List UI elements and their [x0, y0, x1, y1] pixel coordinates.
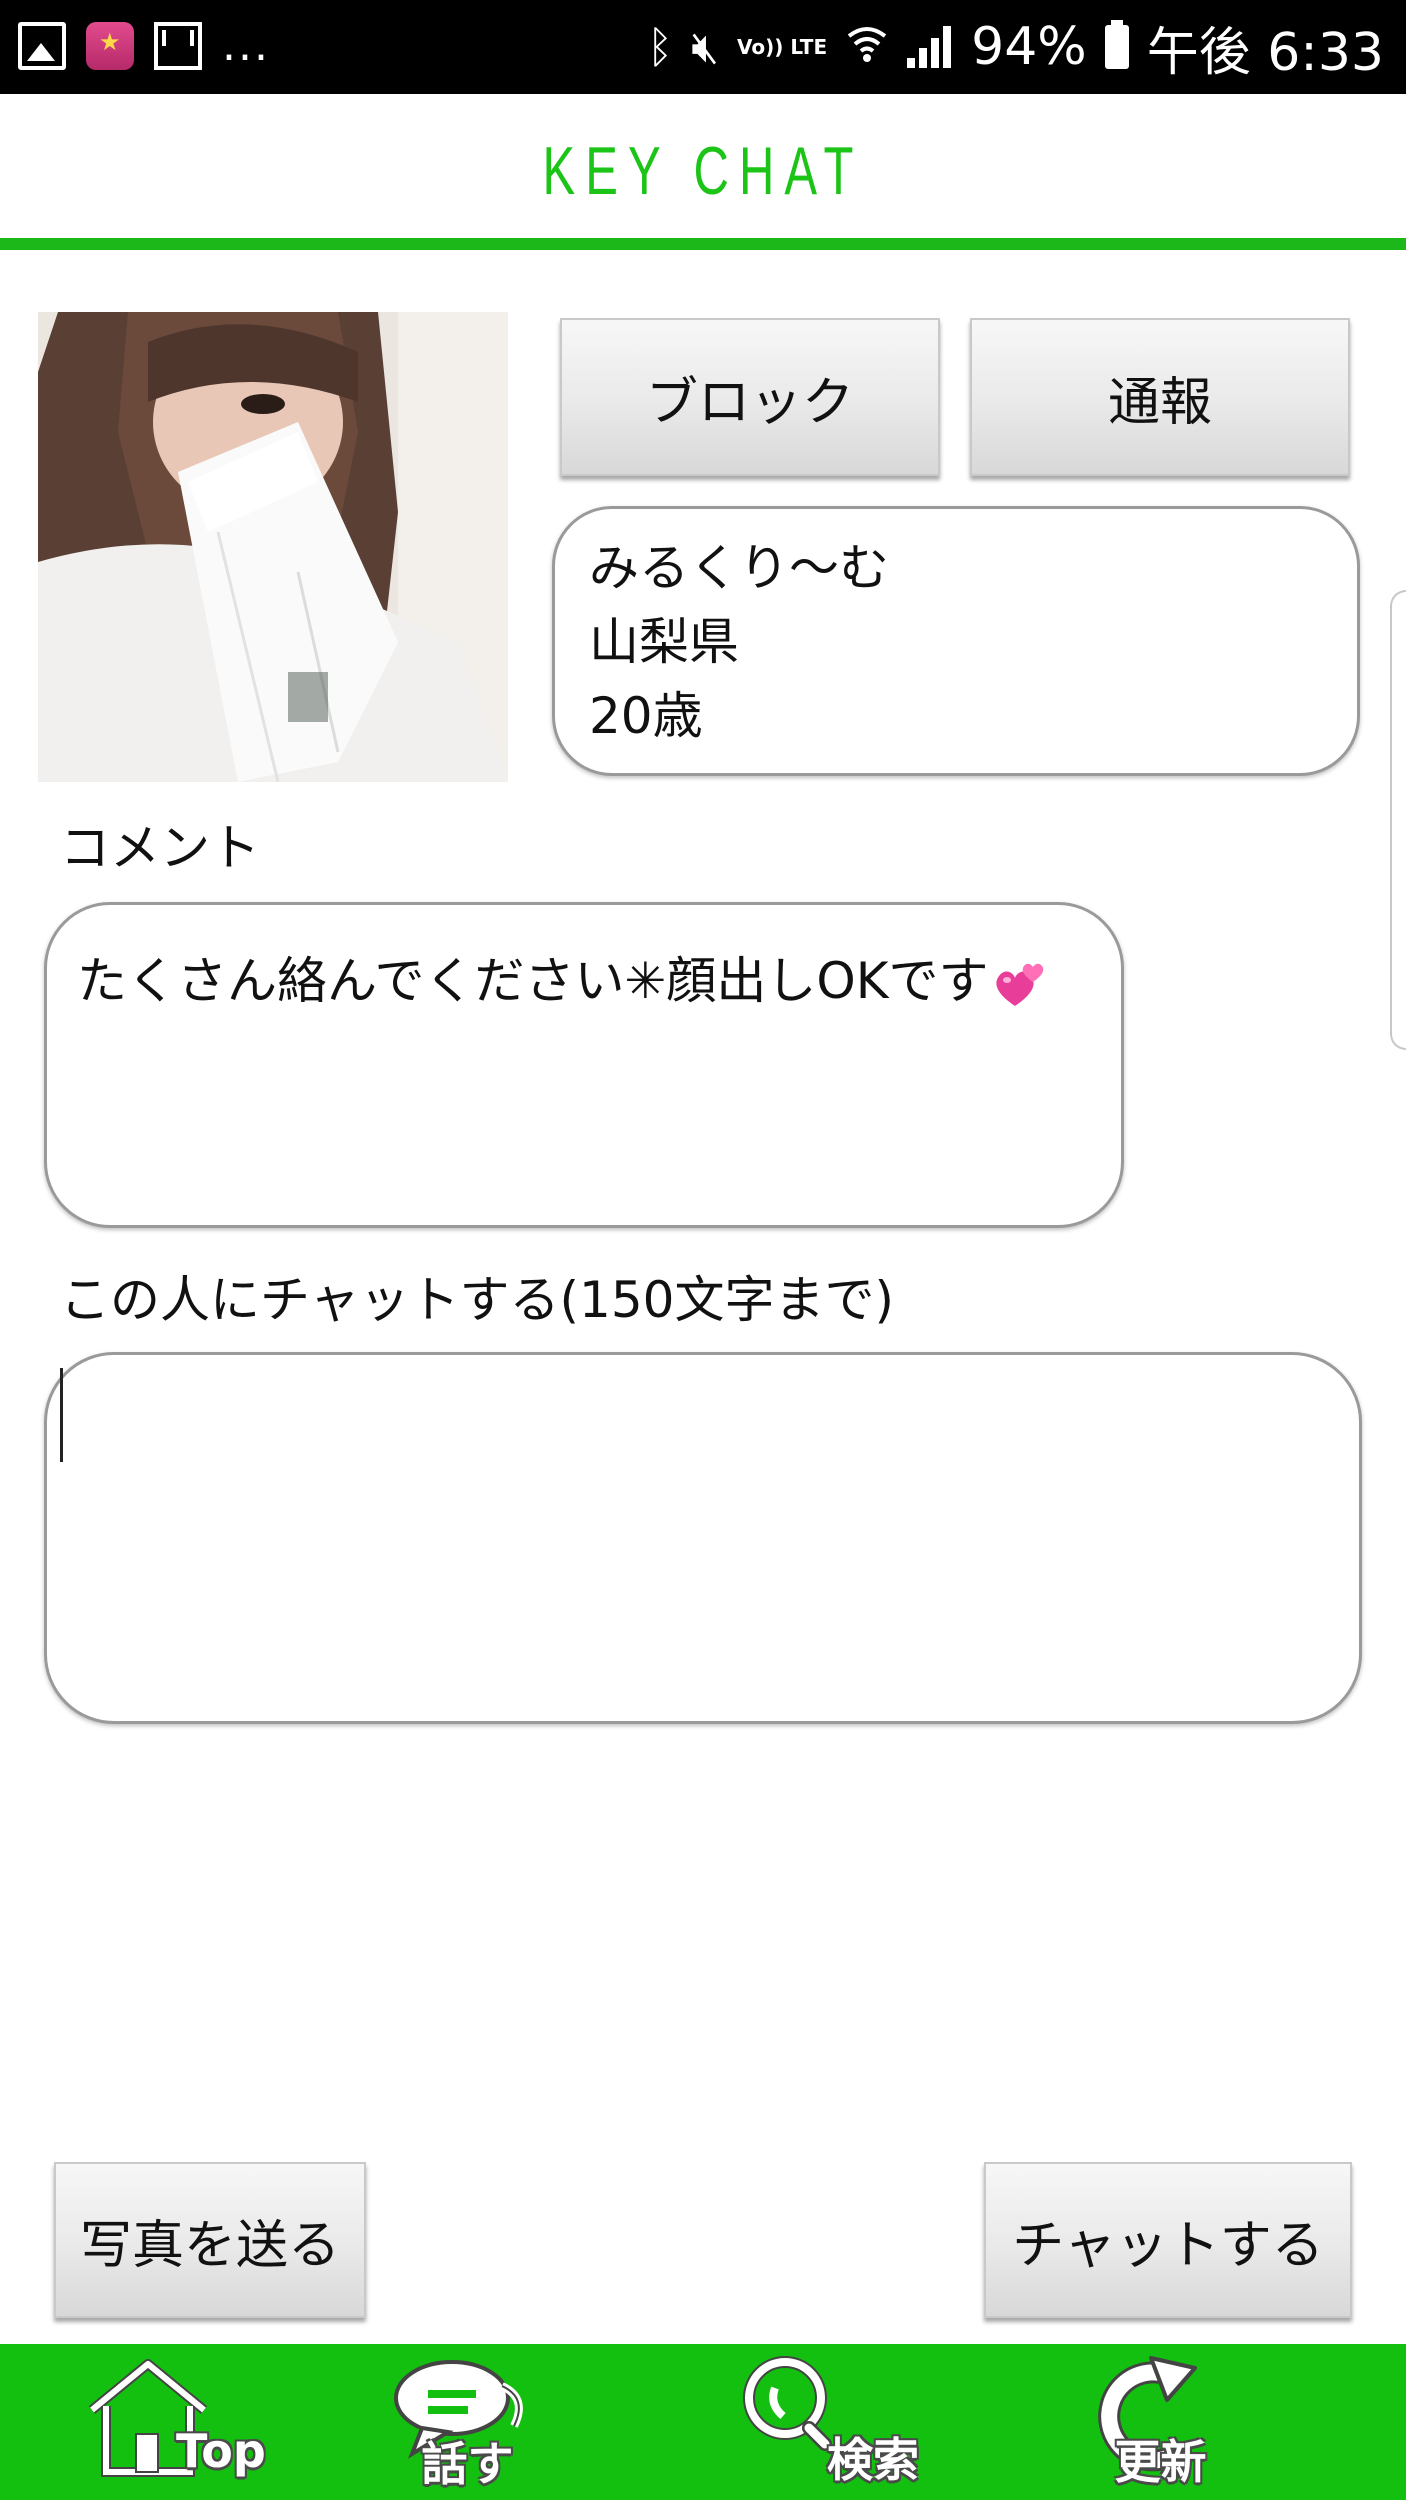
- send-chat-button[interactable]: チャットする: [984, 2162, 1352, 2318]
- chat-message-input[interactable]: [44, 1352, 1362, 1724]
- wifi-icon: [845, 20, 889, 75]
- nav-talk-label: 話す: [421, 2437, 514, 2491]
- status-bar: ... ᛒ 🔇︎ Vo)) LTE 94% 午後 6:33: [0, 0, 1406, 94]
- clock: 午後 6:33: [1146, 22, 1384, 83]
- profile-age: 20歳: [589, 687, 703, 745]
- bottom-navigation: Top 話す 検索 更新: [0, 2344, 1406, 2500]
- volte-icon: Vo)) LTE: [737, 35, 828, 59]
- comment-label: コメント: [60, 819, 260, 877]
- send-photo-button[interactable]: 写真を送る: [54, 2162, 366, 2318]
- report-button[interactable]: 通報: [970, 318, 1350, 476]
- refresh-icon: [1097, 2356, 1197, 2472]
- app-title: KEY CHAT: [542, 133, 864, 209]
- comment-box: たくさん絡んでください✳︎顔出しOKです: [44, 902, 1124, 1228]
- battery-icon: [1104, 20, 1129, 69]
- signal-icon: [907, 26, 953, 68]
- comment-text: たくさん絡んでください✳︎顔出しOKです: [77, 952, 989, 1010]
- app-icon: [86, 22, 134, 70]
- nav-search-label: 検索: [827, 2433, 919, 2487]
- text-cursor: [60, 1368, 63, 1462]
- speech-bubble-icon: [393, 2360, 523, 2459]
- block-button[interactable]: ブロック: [560, 318, 940, 476]
- bluetooth-icon: ᛒ: [646, 21, 674, 73]
- nav-refresh-label: 更新: [1114, 2435, 1207, 2489]
- nav-top[interactable]: Top: [0, 2344, 352, 2500]
- nav-top-label: Top: [176, 2424, 266, 2478]
- nav-talk[interactable]: 話す: [352, 2344, 704, 2500]
- profile-prefecture: 山梨県: [589, 613, 739, 671]
- profile-photo[interactable]: [38, 312, 508, 782]
- scroll-indicator[interactable]: [1390, 590, 1406, 1050]
- mail-icon: [154, 22, 202, 70]
- overflow-indicator: ...: [222, 20, 270, 71]
- nav-search[interactable]: 検索: [703, 2344, 1055, 2500]
- chat-label: この人にチャットする(150文字まで): [60, 1271, 894, 1329]
- two-hearts-icon: [993, 960, 1049, 1010]
- nav-refresh[interactable]: 更新: [1055, 2344, 1406, 2500]
- header-divider: [0, 238, 1406, 250]
- system-icons: ᛒ 🔇︎ Vo)) LTE 94% 午後 6:33: [647, 10, 1384, 84]
- notification-icons: ...: [18, 16, 270, 76]
- mute-icon: 🔇︎: [691, 21, 719, 73]
- battery-percent: 94%: [971, 17, 1087, 77]
- profile-name: みるくり〜む: [589, 539, 889, 597]
- image-icon: [18, 22, 66, 70]
- app-header: KEY CHAT: [0, 94, 1406, 240]
- profile-info: みるくり〜む 山梨県 20歳: [552, 506, 1360, 776]
